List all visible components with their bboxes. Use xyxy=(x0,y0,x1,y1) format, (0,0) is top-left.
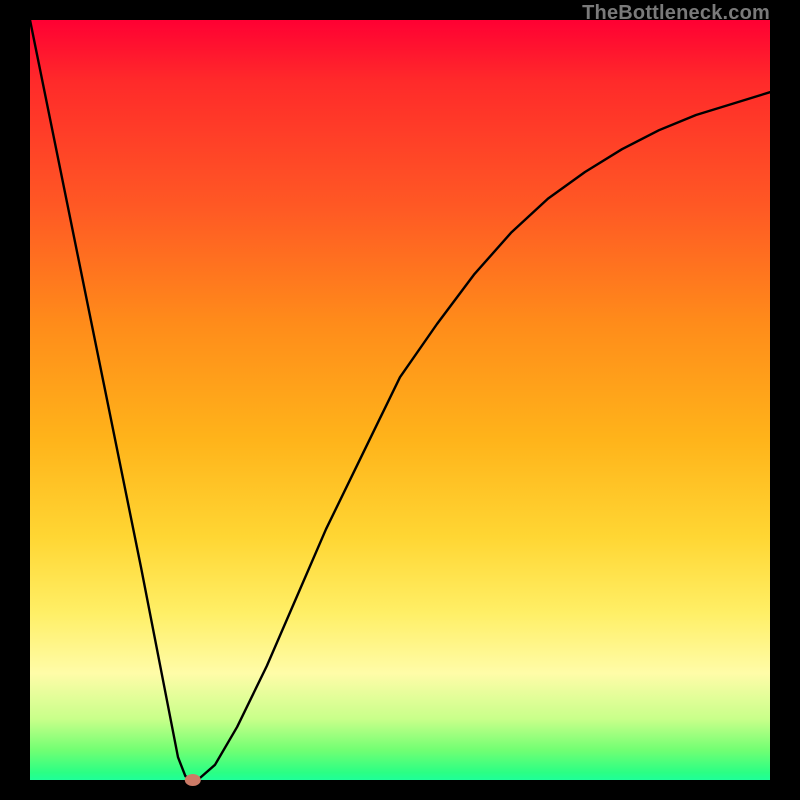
curve-layer xyxy=(30,20,770,780)
watermark-label: TheBottleneck.com xyxy=(582,2,770,25)
chart-frame: TheBottleneck.com xyxy=(0,0,800,800)
optimum-marker-dot xyxy=(185,774,201,786)
bottleneck-curve xyxy=(30,20,770,780)
